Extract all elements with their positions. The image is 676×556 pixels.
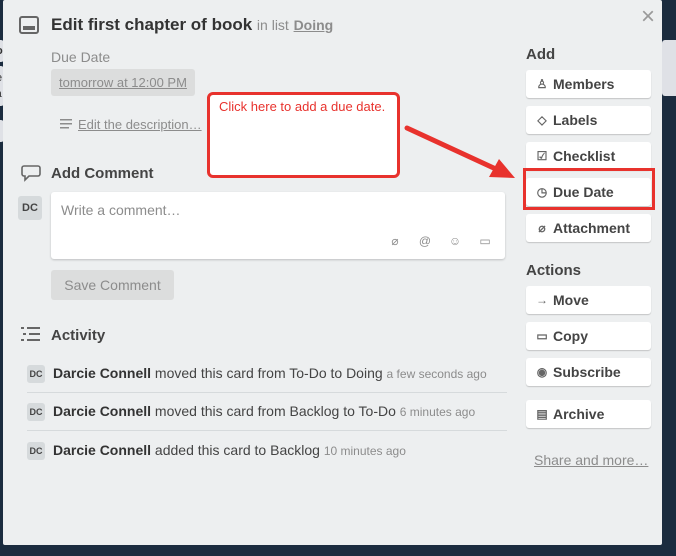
card-detail-modal: × Edit first chapter of book in list Doi…	[3, 0, 662, 545]
background-card-text: e	[0, 72, 2, 84]
annotation-arrow	[404, 125, 515, 178]
background-card	[662, 40, 676, 96]
background-card-text: ra	[0, 88, 2, 100]
